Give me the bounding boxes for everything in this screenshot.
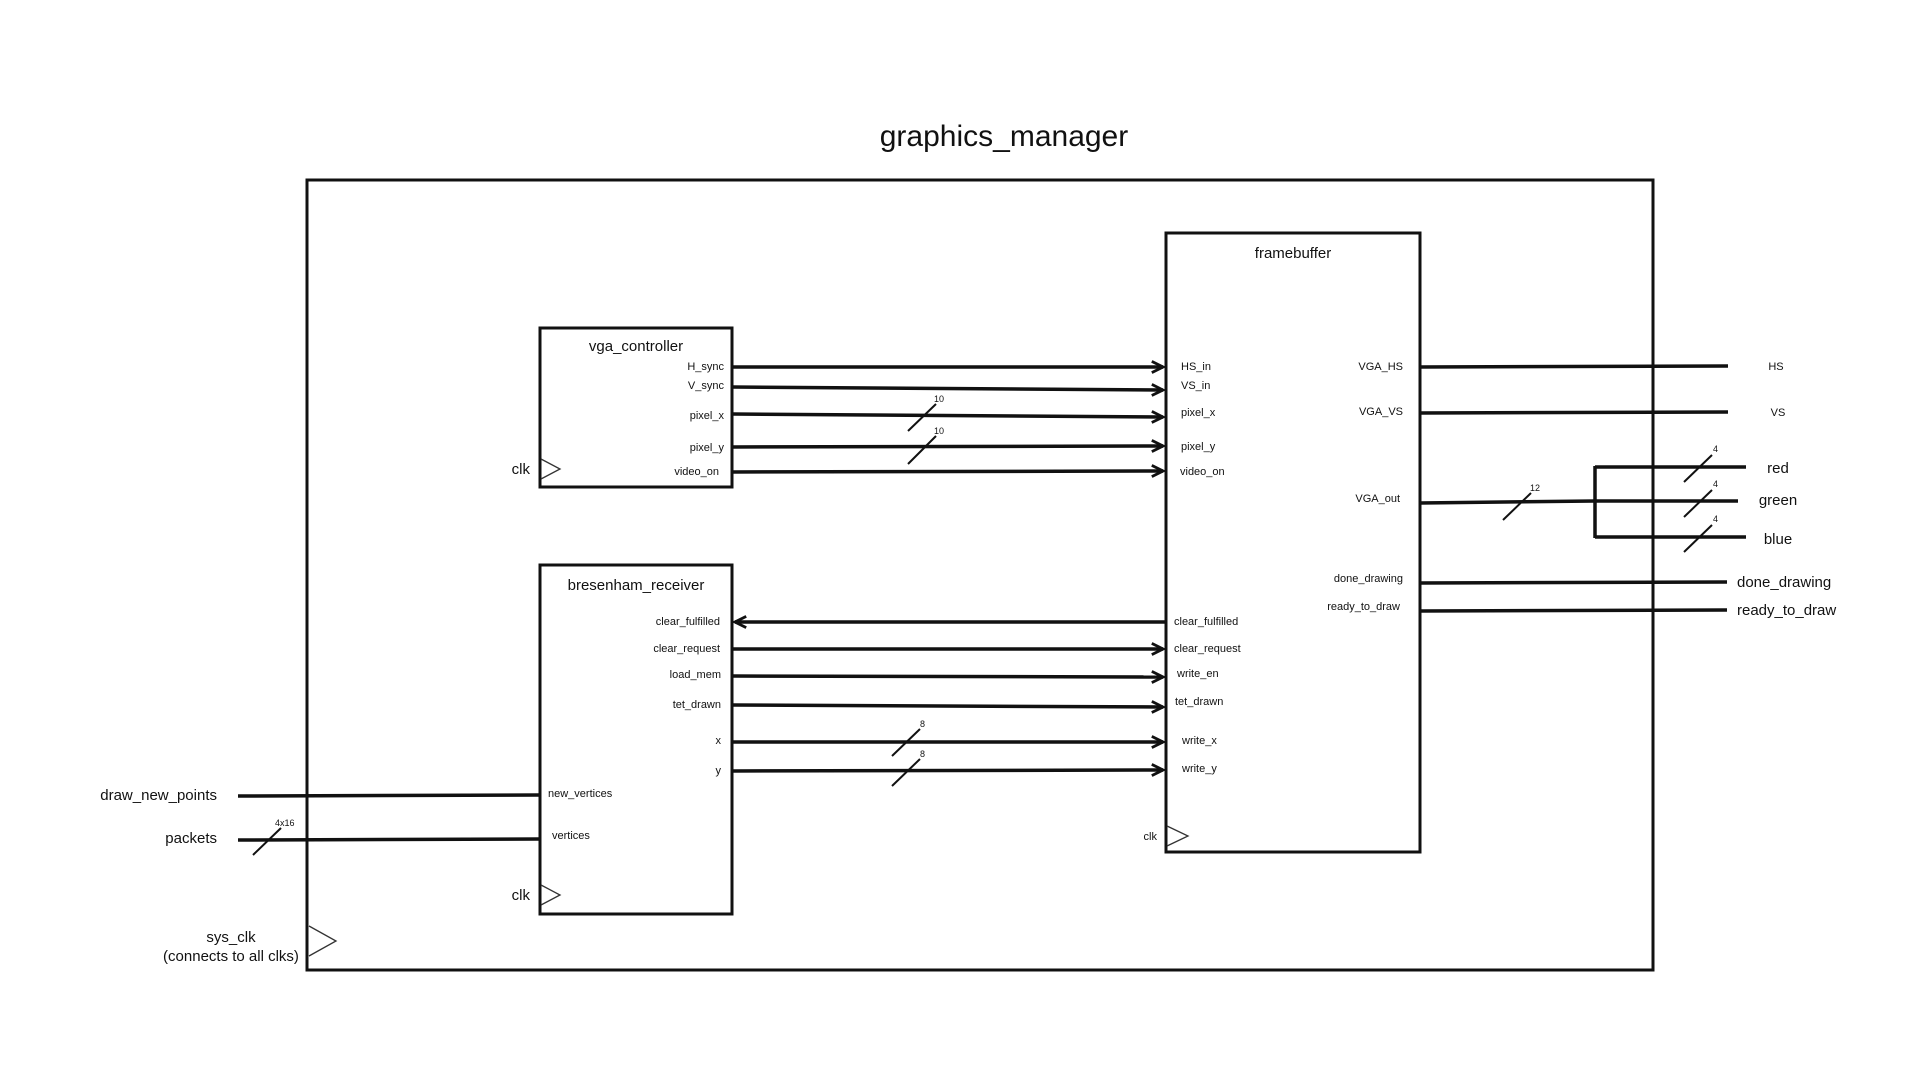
output-red: red [1767,460,1789,477]
clock-triangle-icon [540,458,562,480]
framebuffer-label: framebuffer [1255,245,1331,262]
bresenham-receiver-module: bresenham_receiver clear_fulfilled clear… [512,563,734,916]
clock-triangle-icon [308,925,338,957]
port-clear-fulfilled: clear_fulfilled [656,616,720,628]
clock-triangle-icon [1166,825,1190,847]
wire-load-mem [731,676,1163,677]
port-fb-ready-to-draw: ready_to_draw [1327,601,1400,613]
graphics-manager-box [305,178,1655,972]
wire-ready-to-draw [1419,608,1728,613]
wire-pixel-x [731,414,1163,417]
sys-clk-label: sys_clk [206,929,256,946]
bus-slash [907,403,937,432]
wire-draw-new-points [237,793,541,798]
output-vs: VS [1771,407,1786,419]
bus-slash [907,435,937,465]
wire-packets [237,837,541,842]
port-v-sync: V_sync [688,380,725,392]
bus-width-green: 4 [1713,479,1718,489]
port-h-sync: H_sync [687,361,724,373]
clock-triangle-icon [540,884,562,906]
vga-controller-module: vga_controller H_sync V_sync pixel_x pix… [512,326,734,489]
bresenham-receiver-label: bresenham_receiver [568,577,705,594]
bus-width-pixel-x: 10 [934,394,944,404]
framebuffer-box [1164,231,1422,854]
bus-width-write-x: 8 [920,719,925,729]
bus-width-packets: 4x16 [275,818,295,828]
wire-vga-out [1419,499,1596,505]
wire-vs [1419,410,1729,415]
output-blue: blue [1764,531,1792,548]
wire-hs [1419,364,1729,369]
port-write-x: write_x [1181,735,1217,747]
sys-clk-note: (connects to all clks) [163,948,299,965]
vga-controller-clk-label: clk [512,461,531,478]
port-fb-video-on: video_on [1180,466,1225,478]
bus-slash [1502,492,1532,521]
port-fb-pixel-y: pixel_y [1181,441,1216,453]
port-fb-done-drawing: done_drawing [1334,573,1403,585]
output-green: green [1759,492,1797,509]
port-vga-out: VGA_out [1355,493,1400,505]
wire-write-y [731,770,1163,771]
port-write-en: write_en [1176,668,1219,680]
bus-slash [891,758,921,787]
port-fb-tet-drawn: tet_drawn [1175,696,1223,708]
bus-width-blue: 4 [1713,514,1718,524]
block-diagram: graphics_manager vga_controller H_sync V… [100,120,1836,972]
port-y: y [716,765,722,777]
port-hs-in: HS_in [1181,361,1211,373]
port-fb-clear-request: clear_request [1174,643,1241,655]
port-tet-drawn: tet_drawn [673,699,721,711]
output-ready-to-draw: ready_to_draw [1737,602,1836,619]
bus-width-pixel-y: 10 [934,426,944,436]
vga-controller-label: vga_controller [589,338,683,355]
diagram-title: graphics_manager [880,120,1128,153]
input-draw-new-points: draw_new_points [100,787,217,804]
port-vs-in: VS_in [1181,380,1210,392]
port-video-on: video_on [674,466,719,478]
port-clear-request: clear_request [653,643,720,655]
wire-pixel-y [731,446,1163,447]
port-fb-clear-fulfilled: clear_fulfilled [1174,616,1238,628]
port-vga-vs: VGA_VS [1359,406,1403,418]
port-pixel-y: pixel_y [690,442,725,454]
port-x: x [716,735,722,747]
port-vga-hs: VGA_HS [1358,361,1403,373]
bus-width-write-y: 8 [920,749,925,759]
framebuffer-module: framebuffer HS_in VS_in pixel_x pixel_y … [1144,231,1422,854]
wire-tet-drawn [731,705,1163,707]
port-pixel-x: pixel_x [690,410,725,422]
output-hs: HS [1768,361,1783,373]
bus-slash [1683,489,1713,518]
bus-width-red: 4 [1713,444,1718,454]
framebuffer-clk-label: clk [1144,831,1158,843]
wire-video-on [731,471,1163,472]
input-packets: packets [165,830,217,847]
port-write-y: write_y [1181,763,1217,775]
port-fb-pixel-x: pixel_x [1181,407,1216,419]
wire-done-drawing [1419,580,1728,585]
bus-width-vga-out: 12 [1530,483,1540,493]
bresenham-receiver-clk-label: clk [512,887,531,904]
port-new-vertices: new_vertices [548,788,613,800]
wire-v-sync [731,387,1163,390]
port-vertices: vertices [552,830,590,842]
port-load-mem: load_mem [670,669,721,681]
output-done-drawing: done_drawing [1737,574,1831,591]
